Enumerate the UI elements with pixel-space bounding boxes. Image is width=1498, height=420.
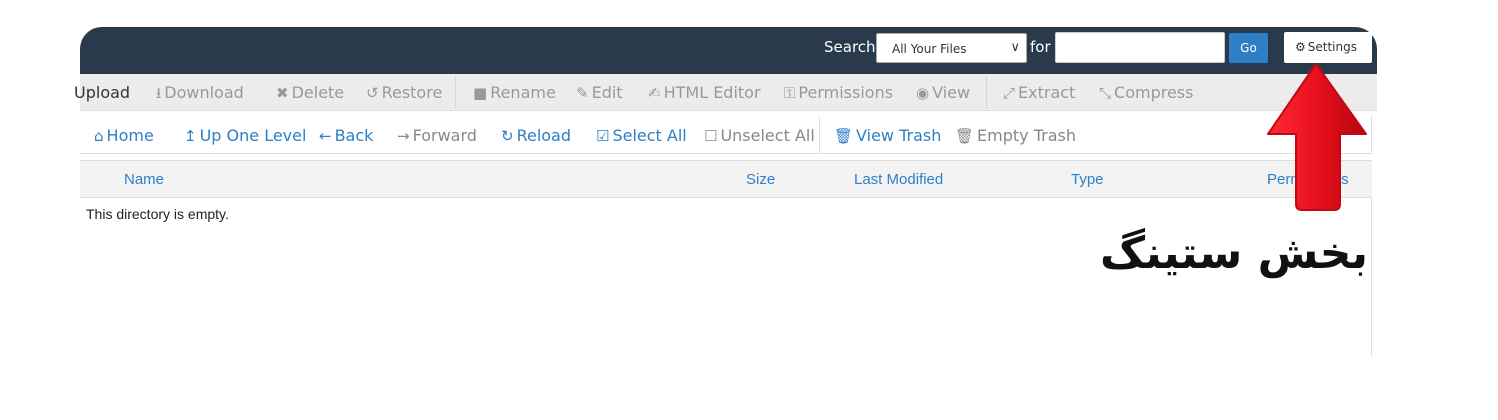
trash-icon: 🗑 <box>834 127 854 145</box>
trash-icon: 🗑 <box>955 127 975 145</box>
file-table-header <box>80 160 1372 198</box>
compress-button[interactable]: ⤡ Compress <box>1099 83 1193 102</box>
checkbox-checked-icon: ☑ <box>596 127 610 145</box>
home-icon: ⌂ <box>94 127 104 145</box>
expand-icon: ⤢ <box>1003 84 1016 102</box>
empty-trash-button[interactable]: 🗑 Empty Trash <box>955 126 1076 145</box>
gear-icon: ⚙ <box>1295 40 1306 54</box>
view-trash-button[interactable]: 🗑 View Trash <box>834 126 941 145</box>
undo-icon: ↺ <box>366 84 379 102</box>
arrow-left-icon: ← <box>319 127 332 145</box>
html-editor-button[interactable]: ✍ HTML Editor <box>648 83 761 102</box>
go-button[interactable]: Go <box>1229 33 1268 63</box>
column-header-name[interactable]: Name <box>124 171 164 188</box>
restore-label: Restore <box>381 83 443 102</box>
eye-icon: ◉ <box>916 84 930 102</box>
compress-label: Compress <box>1114 83 1194 102</box>
download-icon: ⭳ <box>156 84 162 102</box>
file-icon: ■ <box>473 84 488 102</box>
compress-icon: ⤡ <box>1099 84 1112 102</box>
view-label: View <box>932 83 971 102</box>
toolbar-divider <box>986 76 987 109</box>
view-button[interactable]: ◉ View <box>916 83 970 102</box>
restore-button[interactable]: ↺ Restore <box>366 83 442 102</box>
arrow-right-icon: → <box>397 127 410 145</box>
search-scope-value: All Your Files <box>892 42 967 56</box>
refresh-icon: ↻ <box>501 127 514 145</box>
chevron-down-icon: ∨ <box>1010 40 1020 55</box>
edit-label: Edit <box>591 83 623 102</box>
delete-label: Delete <box>291 83 345 102</box>
search-scope-select[interactable]: All Your Files ∨ <box>876 33 1027 63</box>
unselect-all-button[interactable]: ☐ Unselect All <box>704 126 815 145</box>
delete-button[interactable]: ✖ Delete <box>276 83 344 102</box>
close-icon: ✖ <box>276 84 289 102</box>
column-header-last-modified[interactable]: Last Modified <box>854 171 943 188</box>
back-label: Back <box>334 126 374 145</box>
extract-button[interactable]: ⤢ Extract <box>1003 83 1075 102</box>
unselect-all-label: Unselect All <box>720 126 815 145</box>
view-trash-label: View Trash <box>856 126 942 145</box>
select-all-button[interactable]: ☑ Select All <box>596 126 687 145</box>
home-label: Home <box>106 126 154 145</box>
search-label: Search <box>824 38 876 56</box>
settings-label: Settings <box>1307 40 1357 54</box>
html-editor-label: HTML Editor <box>663 83 761 102</box>
rename-label: Rename <box>490 83 556 102</box>
red-arrow-icon <box>1267 63 1367 211</box>
edit-square-icon: ✍ <box>648 84 661 102</box>
permissions-button[interactable]: ⚿ Permissions <box>784 83 893 102</box>
level-up-icon: ↥ <box>184 127 197 145</box>
back-button[interactable]: ← Back <box>319 126 373 145</box>
extract-label: Extract <box>1018 83 1076 102</box>
upload-button[interactable]: Upload <box>74 83 130 102</box>
reload-label: Reload <box>516 126 572 145</box>
forward-label: Forward <box>412 126 477 145</box>
home-button[interactable]: ⌂ Home <box>94 126 154 145</box>
forward-button[interactable]: → Forward <box>397 126 477 145</box>
download-label: Download <box>164 83 244 102</box>
up-one-level-label: Up One Level <box>199 126 307 145</box>
edit-button[interactable]: ✎ Edit <box>576 83 623 102</box>
rename-button[interactable]: ■ Rename <box>473 83 556 102</box>
checkbox-empty-icon: ☐ <box>704 127 718 145</box>
table-right-border <box>1371 198 1372 356</box>
upload-label: Upload <box>74 83 131 102</box>
search-input[interactable] <box>1055 32 1225 63</box>
column-header-type[interactable]: Type <box>1071 171 1104 188</box>
download-button[interactable]: ⭳ Download <box>156 83 244 108</box>
settings-button[interactable]: ⚙ Settings <box>1284 32 1372 63</box>
permissions-label: Permissions <box>798 83 894 102</box>
up-one-level-button[interactable]: ↥ Up One Level <box>184 126 306 145</box>
for-label: for <box>1030 38 1051 56</box>
column-header-size[interactable]: Size <box>746 171 775 188</box>
toolbar-divider <box>455 76 456 109</box>
reload-button[interactable]: ↻ Reload <box>501 126 571 145</box>
annotation-text: بخش ستینگ <box>1100 228 1368 279</box>
pencil-icon: ✎ <box>576 84 589 102</box>
select-all-label: Select All <box>612 126 687 145</box>
toolbar-divider <box>819 117 820 153</box>
empty-trash-label: Empty Trash <box>977 126 1077 145</box>
key-icon: ⚿ <box>784 84 796 102</box>
empty-directory-message: This directory is empty. <box>86 206 229 222</box>
